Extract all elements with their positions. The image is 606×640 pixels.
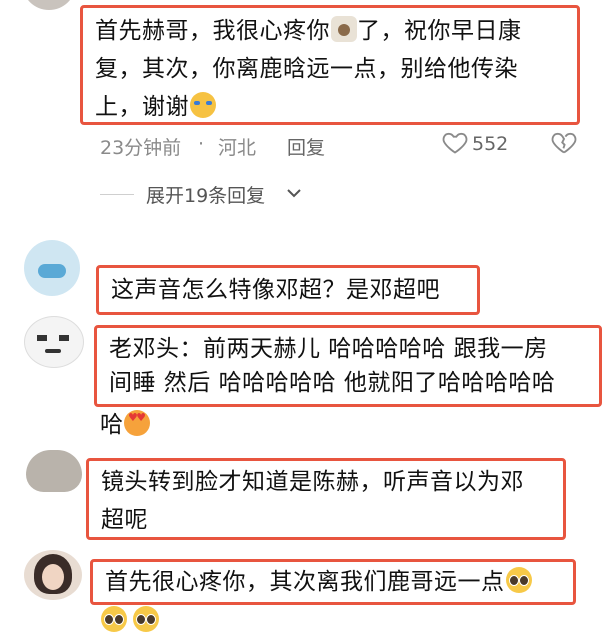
comment-text: 间睡 然后 哈哈哈哈哈 他就阳了哈哈哈哈哈 [109,370,556,396]
comment-text: 上，谢谢 [95,94,189,120]
comment-text: 首先赫哥，我很心疼你 [95,18,330,44]
comment-text: 这声音怎么特像邓超？是邓超吧 [111,277,440,303]
avatar[interactable] [22,0,76,10]
divider [100,194,134,195]
comment-text: 哈 [100,412,123,438]
heart-eyes-emoji-icon [124,410,150,436]
pleading-emoji-icon [133,606,160,632]
heart-outline-icon[interactable] [441,128,471,158]
comment-text-box: 老邓头：前两天赫儿 哈哈哈哈哈 跟我一房 间睡 然后 哈哈哈哈哈 他就阳了哈哈哈… [94,325,602,407]
comment-text-overflow: 哈 [100,406,150,444]
comment-text: 首先很心疼你，其次离我们鹿哥远一点 [105,569,505,595]
emoji-row [100,606,160,632]
comment-text-box: 首先很心疼你，其次离我们鹿哥远一点 [90,559,576,605]
comment-text: 超呢 [101,507,148,533]
pleading-emoji-icon [505,567,532,593]
avatar[interactable] [24,316,84,368]
comment-text: 老邓头：前两天赫儿 哈哈哈哈哈 跟我一房 [109,336,548,362]
like-count: 552 [472,133,509,155]
avatar[interactable] [26,450,82,492]
comment-text-box: 镜头转到脸才知道是陈赫，听声音以为邓 超呢 [86,458,566,540]
reply-button[interactable]: 回复 [287,133,325,160]
pleading-emoji-icon [101,606,127,632]
chevron-down-icon[interactable] [285,184,303,206]
comment-text-box: 这声音怎么特像邓超？是邓超吧 [96,265,480,315]
broken-heart-icon[interactable] [550,128,580,158]
comment-text: 了，祝你早日康 [357,18,522,44]
avatar[interactable] [24,240,80,296]
expand-replies-button[interactable]: 展开19条回复 [146,181,265,208]
comment-text: 复，其次，你离鹿晗远一点，别给他传染 [95,56,518,82]
sheep-emoji-icon [331,16,357,42]
crying-emoji-icon [190,92,216,118]
comment-time: 23分钟前 [100,137,182,159]
comment-text: 镜头转到脸才知道是陈赫，听声音以为邓 [101,469,524,495]
comment-text-box: 首先赫哥，我很心疼你 了，祝你早日康 复，其次，你离鹿晗远一点，别给他传染 上，谢… [80,5,580,125]
meta-separator: · [198,133,205,155]
avatar[interactable] [24,550,82,600]
comment-location: 河北 [218,137,257,159]
